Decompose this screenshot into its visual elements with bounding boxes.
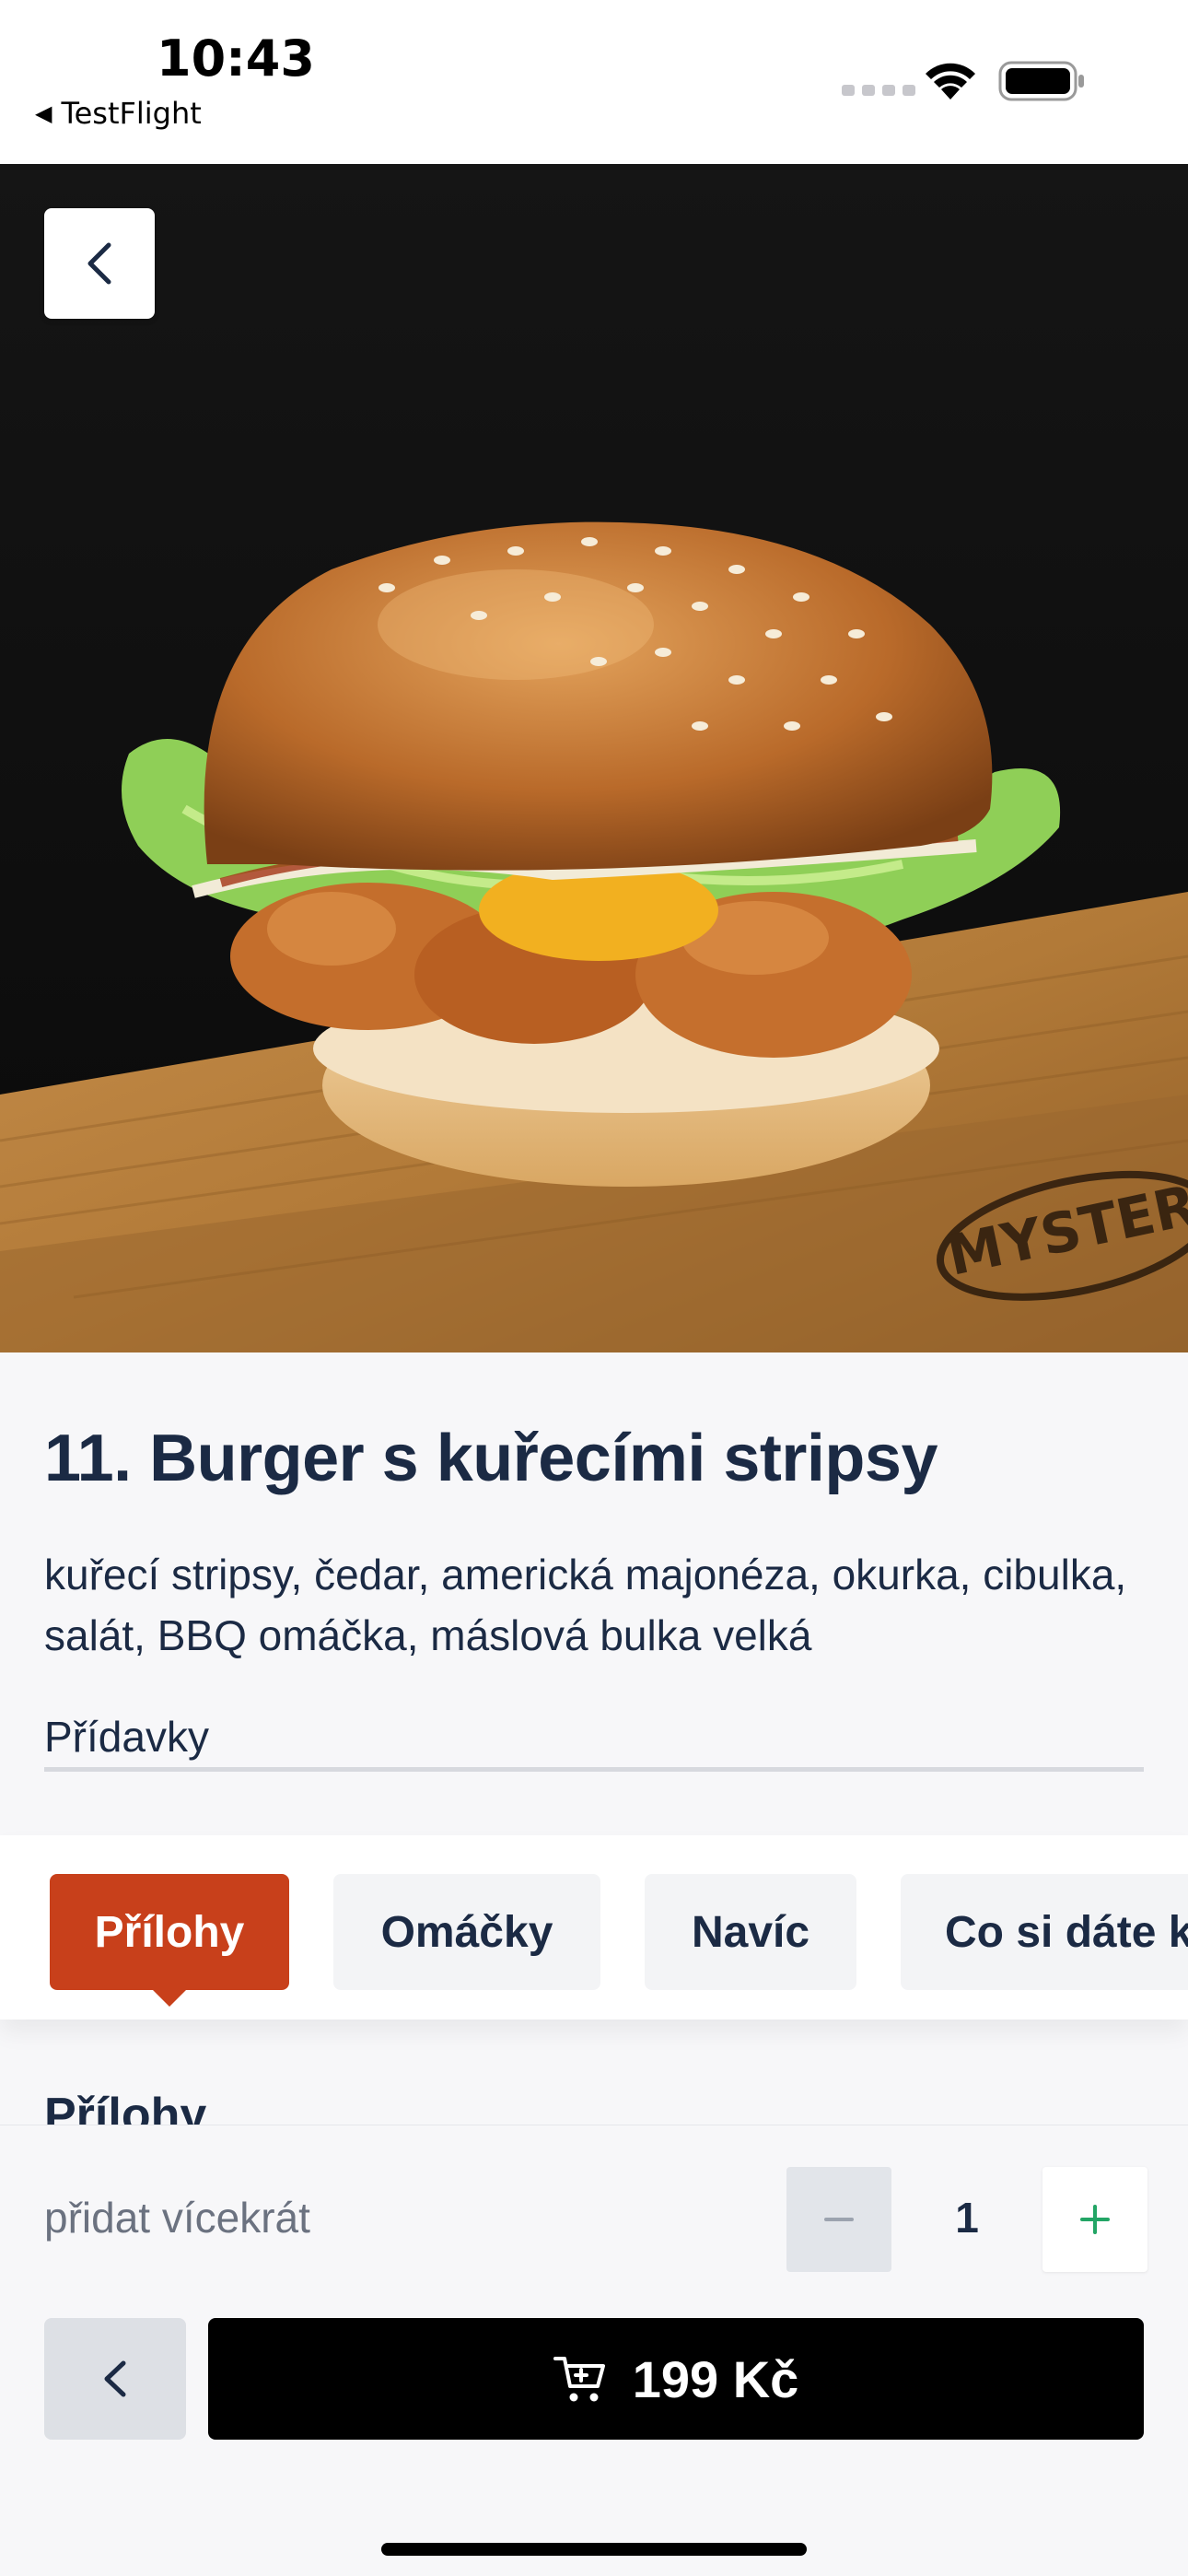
quantity-value: 1 [955,2194,979,2242]
add-multiple-label: přidat vícekrát [44,2194,310,2242]
cart-price: 199 Kč [632,2349,799,2408]
product-image: MYSTERY [0,164,1188,1352]
category-tabs: Přílohy Omáčky Navíc Co si dáte k [0,1835,1188,2020]
product-description: kuřecí stripsy, čedar, americká majonéza… [44,1551,1127,1659]
quantity-increase-button[interactable] [1042,2167,1147,2272]
back-triangle-icon: ◀ [35,100,52,126]
section-heading: Přílohy [44,2089,207,2125]
footer-back-button[interactable] [44,2318,186,2440]
testflight-back-link[interactable]: ◀ TestFlight [35,96,202,131]
cellular-signal-icon [842,85,915,96]
battery-icon [998,61,1084,101]
image-back-button[interactable] [44,208,155,319]
product-title: 11. Burger s kuřecími stripsy [44,1422,938,1495]
tab-prilohy[interactable]: Přílohy [50,1874,289,2007]
minus-icon [824,2218,854,2221]
testflight-label: TestFlight [61,96,202,131]
quantity-decrease-button[interactable] [786,2167,891,2272]
status-bar: 10:43 ◀ TestFlight [0,0,1188,164]
tab-navic[interactable]: Navíc [645,1874,856,1990]
tab-omacky[interactable]: Omáčky [333,1874,600,1990]
addons-label: Přídavky [44,1713,209,1761]
plus-icon [1080,2205,1110,2234]
chevron-left-icon [87,242,111,285]
status-time: 10:43 [157,29,315,88]
home-indicator[interactable] [381,2543,807,2556]
cart-icon [553,2357,605,2402]
tab-co-si-date[interactable]: Co si dáte k [901,1874,1188,1990]
chevron-left-icon [104,2360,126,2397]
add-to-cart-button[interactable]: 199 Kč [208,2318,1144,2440]
burger-photo: MYSTERY [0,164,1188,1352]
wifi-icon [926,63,975,100]
addons-divider [44,1767,1144,1772]
